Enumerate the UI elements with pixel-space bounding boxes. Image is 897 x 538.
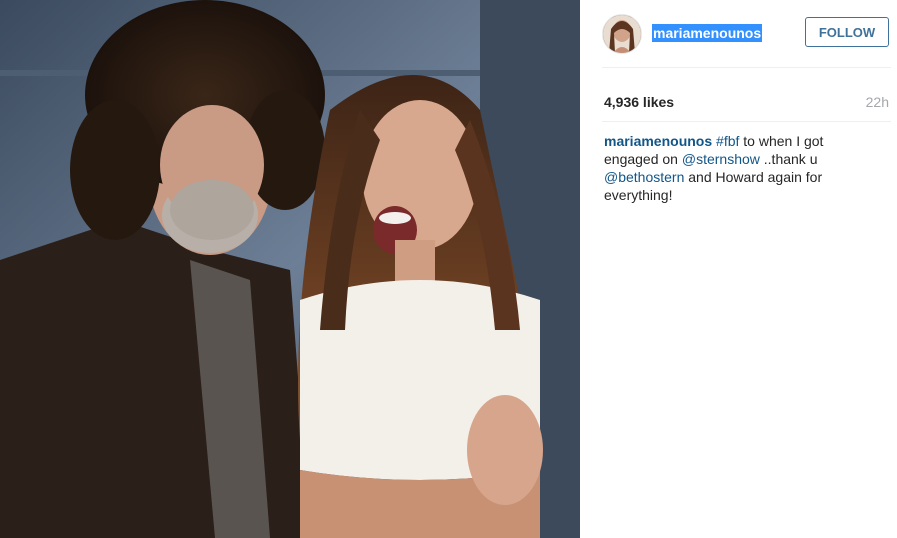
divider	[602, 67, 891, 68]
profile-photo-icon	[603, 15, 641, 53]
likes-count[interactable]: 4,936 likes	[604, 94, 674, 110]
post-photo[interactable]	[0, 0, 580, 538]
username-link[interactable]: mariamenounos	[652, 24, 763, 42]
mention-link[interactable]: @bethostern	[604, 169, 684, 185]
divider	[602, 121, 891, 122]
caption-text: ..thank u	[759, 151, 818, 167]
follow-button[interactable]: FOLLOW	[805, 17, 889, 47]
post-sidebar: mariamenounos FOLLOW 4,936 likes 22h mar…	[580, 0, 897, 538]
post-header: mariamenounos FOLLOW	[580, 0, 897, 67]
avatar[interactable]	[602, 14, 642, 54]
timestamp[interactable]: 22h	[866, 94, 889, 110]
hashtag-link[interactable]: #fbf	[716, 133, 739, 149]
mention-link[interactable]: @sternshow	[682, 151, 760, 167]
caption-author-link[interactable]: mariamenounos	[604, 133, 712, 149]
photo-illustration	[0, 0, 580, 538]
caption: mariamenounos #fbf to when I got engaged…	[604, 132, 854, 204]
